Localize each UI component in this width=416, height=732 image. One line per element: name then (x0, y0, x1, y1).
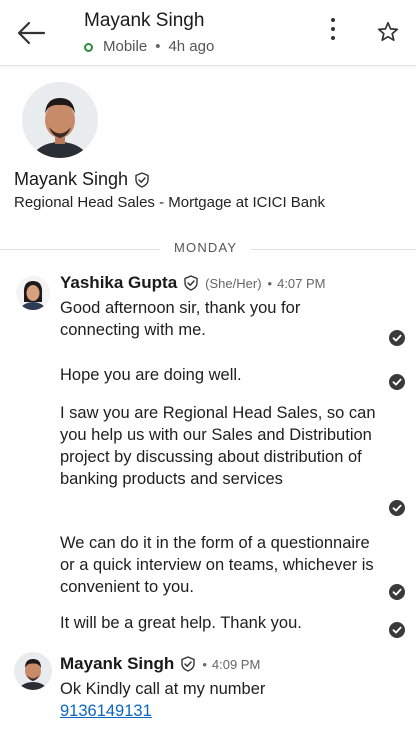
message-time: • 4:07 PM (267, 275, 326, 291)
presence-status: Mobile • 4h ago (84, 38, 214, 55)
message-time-text: 4:09 PM (211, 656, 261, 672)
read-receipt-icon (389, 374, 405, 390)
message-time-text: 4:07 PM (277, 275, 326, 291)
day-label: MONDAY (160, 240, 252, 255)
phone-number-link[interactable]: 9136149131 (60, 702, 152, 721)
read-receipt-icon (389, 330, 405, 346)
conversation-title[interactable]: Mayank Singh (84, 10, 204, 32)
conversation-header: Mayank Singh Mobile • 4h ago (0, 0, 416, 66)
profile-headline: Regional Head Sales - Mortgage at ICICI … (14, 194, 325, 211)
verified-badge-icon (184, 275, 198, 291)
message-paragraph: I saw you are Regional Head Sales, so ca… (60, 404, 376, 488)
online-status-icon (84, 42, 93, 52)
arrow-left-icon[interactable] (14, 18, 48, 48)
star-outline-icon[interactable] (376, 20, 400, 44)
message-header: Mayank Singh • 4:09 PM (60, 654, 260, 674)
day-divider: MONDAY (0, 240, 416, 260)
message-paragraph: It will be a great help. Thank you. (60, 614, 302, 632)
message-time: • 4:09 PM (202, 656, 261, 672)
message-paragraph: Good afternoon sir, thank you for connec… (60, 299, 301, 339)
message-paragraph: Hope you are doing well. (60, 366, 242, 384)
sender-name[interactable]: Mayank Singh (60, 654, 174, 674)
more-vertical-icon[interactable] (326, 18, 340, 48)
device-status: Mobile (103, 38, 148, 55)
profile-name-text: Mayank Singh (14, 169, 129, 189)
sender-avatar[interactable] (14, 652, 52, 690)
profile-avatar[interactable] (22, 82, 98, 158)
read-receipt-icon (389, 500, 405, 516)
sender-avatar[interactable] (16, 276, 50, 310)
last-seen: 4h ago (168, 38, 215, 55)
message-paragraph: We can do it in the form of a questionna… (60, 534, 374, 596)
sender-name[interactable]: Yashika Gupta (60, 273, 177, 293)
message-text: Ok Kindly call at my number (60, 680, 266, 698)
verified-badge-icon (135, 171, 149, 188)
sender-pronouns: (She/Her) (205, 275, 262, 291)
message-header: Yashika Gupta (She/Her) • 4:07 PM (60, 273, 326, 293)
verified-badge-icon (181, 656, 196, 672)
read-receipt-icon (389, 584, 405, 600)
profile-name[interactable]: Mayank Singh (14, 169, 150, 190)
read-receipt-icon (389, 622, 405, 638)
separator-dot: • (155, 38, 161, 55)
